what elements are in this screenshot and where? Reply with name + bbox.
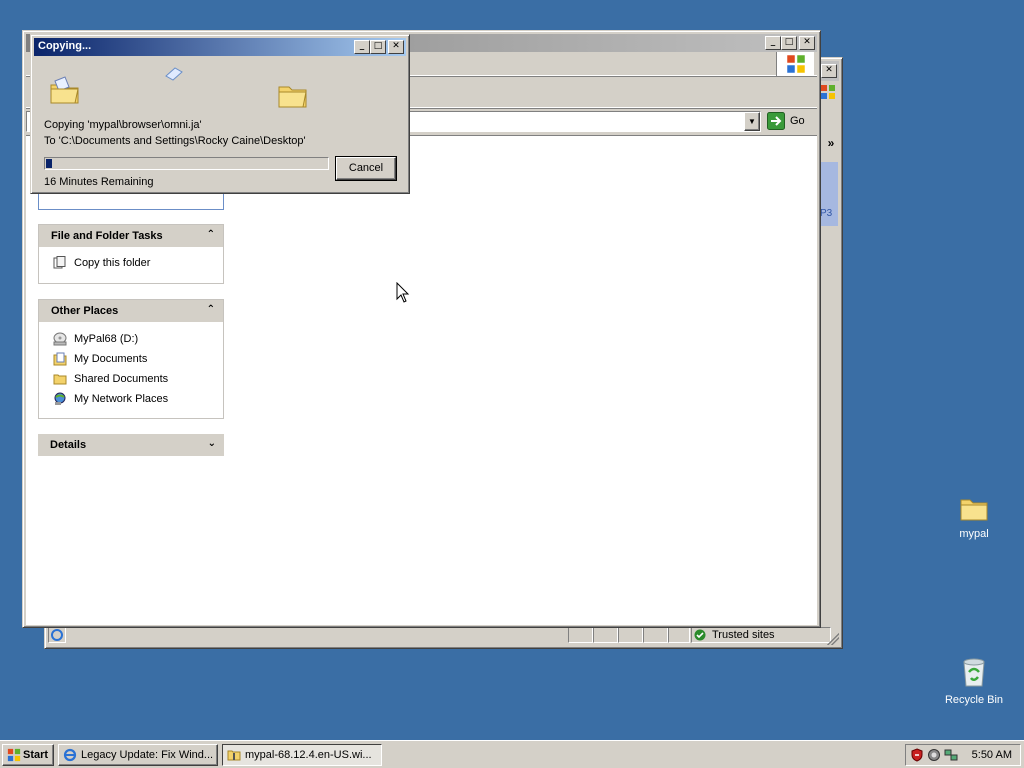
copy-folder-icon <box>53 256 66 269</box>
chevron-label: » <box>827 136 835 150</box>
ie-icon <box>63 748 77 762</box>
toolbar-chevron-button[interactable]: » <box>823 136 839 154</box>
copy-dialog-titlebar[interactable]: Copying... _ □ ✕ <box>34 38 406 56</box>
folder-icon <box>960 499 988 521</box>
zone-label: Trusted sites <box>712 629 775 641</box>
place-my-network-places[interactable]: My Network Places <box>39 389 223 409</box>
place-label: My Documents <box>74 353 148 365</box>
start-button[interactable]: Start <box>2 744 54 766</box>
go-label: Go <box>790 115 805 127</box>
place-label: Shared Documents <box>74 373 169 385</box>
status-pane <box>668 627 690 643</box>
partial-sidebar-text: P3 <box>820 208 833 219</box>
taskbar-button-label: mypal-68.12.4.en-US.wi... <box>245 749 372 761</box>
task-label: Copy this folder <box>74 257 151 269</box>
taskbar: Start Legacy Update: Fix Wind... mypal-6… <box>0 740 1024 768</box>
resize-grip-icon[interactable] <box>827 633 839 645</box>
place-mypal68-drive[interactable]: MyPal68 (D:) <box>39 329 223 349</box>
ie-page-icon <box>51 629 63 641</box>
details-header[interactable]: Details ⌄ <box>38 434 224 456</box>
panel-title: Details <box>50 439 87 451</box>
minimize-button[interactable]: _ <box>765 36 781 50</box>
source-folder-icon <box>50 76 79 104</box>
network-places-icon <box>54 392 66 405</box>
trusted-sites-icon <box>694 629 706 641</box>
taskbar-button-legacy-update[interactable]: Legacy Update: Fix Wind... <box>58 744 218 766</box>
go-arrow-icon <box>767 112 785 130</box>
clock[interactable]: 5:50 AM <box>972 749 1012 761</box>
maximize-button[interactable]: □ <box>781 36 797 50</box>
dialog-title: Copying... <box>38 40 92 52</box>
minimize-button[interactable]: _ <box>354 40 370 54</box>
desktop-icon-mypal[interactable]: mypal <box>939 496 1009 540</box>
address-dropdown-button[interactable]: ▼ <box>744 112 760 131</box>
panel-title: Other Places <box>51 305 119 317</box>
time-remaining-text: 16 Minutes Remaining <box>44 176 154 188</box>
place-label: My Network Places <box>74 393 169 405</box>
status-pane <box>618 627 643 643</box>
expand-chevron-icon[interactable]: ⌄ <box>208 438 216 449</box>
folder-zip-icon <box>227 750 241 761</box>
panel-title: File and Folder Tasks <box>51 230 163 242</box>
taskbar-button-label: Legacy Update: Fix Wind... <box>81 749 214 761</box>
security-icon[interactable] <box>927 748 941 762</box>
status-pane <box>643 627 668 643</box>
content-area[interactable]: File and Folder Tasks ⌃ Copy this folder… <box>26 135 817 625</box>
flying-paper-icon <box>165 67 183 81</box>
desktop-icon-label: mypal <box>959 528 989 540</box>
background-statusbar: Trusted sites <box>48 625 839 645</box>
status-pane <box>48 627 66 643</box>
cancel-label: Cancel <box>348 162 384 174</box>
network-icon[interactable] <box>944 748 958 762</box>
desktop-icon-label: Recycle Bin <box>944 694 1004 706</box>
mouse-cursor-icon <box>396 282 410 303</box>
taskbar-button-mypal-folder[interactable]: mypal-68.12.4.en-US.wi... <box>222 744 382 766</box>
place-my-documents[interactable]: My Documents <box>39 349 223 369</box>
start-label: Start <box>23 749 49 761</box>
copy-progress-bar <box>44 157 329 170</box>
place-label: MyPal68 (D:) <box>74 333 139 345</box>
windows-flag-icon <box>820 84 836 100</box>
task-copy-this-folder[interactable]: Copy this folder <box>39 253 223 273</box>
desktop-icon-recycle-bin[interactable]: Recycle Bin <box>939 656 1009 706</box>
go-button[interactable]: Go <box>766 111 816 132</box>
status-pane <box>568 627 593 643</box>
copy-source-text: Copying 'mypal\browser\omni.ja' <box>44 119 202 131</box>
other-places-panel: Other Places ⌃ MyPal68 (D:) My Documents <box>38 299 224 419</box>
collapse-chevron-icon[interactable]: ⌃ <box>207 304 215 315</box>
copy-destination-text: To 'C:\Documents and Settings\Rocky Cain… <box>44 135 306 147</box>
windows-flag-icon <box>776 52 814 76</box>
shield-icon[interactable] <box>910 748 924 762</box>
recycle-bin-icon <box>963 658 985 687</box>
my-documents-icon <box>53 352 67 366</box>
drive-icon <box>53 332 67 346</box>
system-tray: 5:50 AM <box>905 744 1021 766</box>
background-sidebar-strip: P3 <box>820 162 838 226</box>
close-button[interactable]: ✕ <box>388 40 404 54</box>
file-folder-tasks-panel: File and Folder Tasks ⌃ Copy this folder <box>38 224 224 284</box>
file-folder-tasks-header[interactable]: File and Folder Tasks ⌃ <box>39 225 223 247</box>
shared-folder-icon <box>53 374 67 385</box>
close-button[interactable]: ✕ <box>799 36 815 50</box>
cancel-button[interactable]: Cancel <box>335 156 397 181</box>
progress-fill <box>46 159 52 168</box>
collapse-chevron-icon[interactable]: ⌃ <box>207 229 215 240</box>
close-button[interactable]: ✕ <box>821 64 837 78</box>
zone-pane: Trusted sites <box>691 627 831 643</box>
windows-logo-icon <box>7 748 21 762</box>
other-places-header[interactable]: Other Places ⌃ <box>39 300 223 322</box>
destination-folder-icon <box>278 86 307 108</box>
place-shared-documents[interactable]: Shared Documents <box>39 369 223 389</box>
copy-dialog[interactable]: Copying... _ □ ✕ Copying 'mypal\browser\… <box>30 34 410 194</box>
status-pane <box>593 627 618 643</box>
maximize-button[interactable]: □ <box>370 40 386 54</box>
details-panel: Details ⌄ <box>38 434 224 458</box>
